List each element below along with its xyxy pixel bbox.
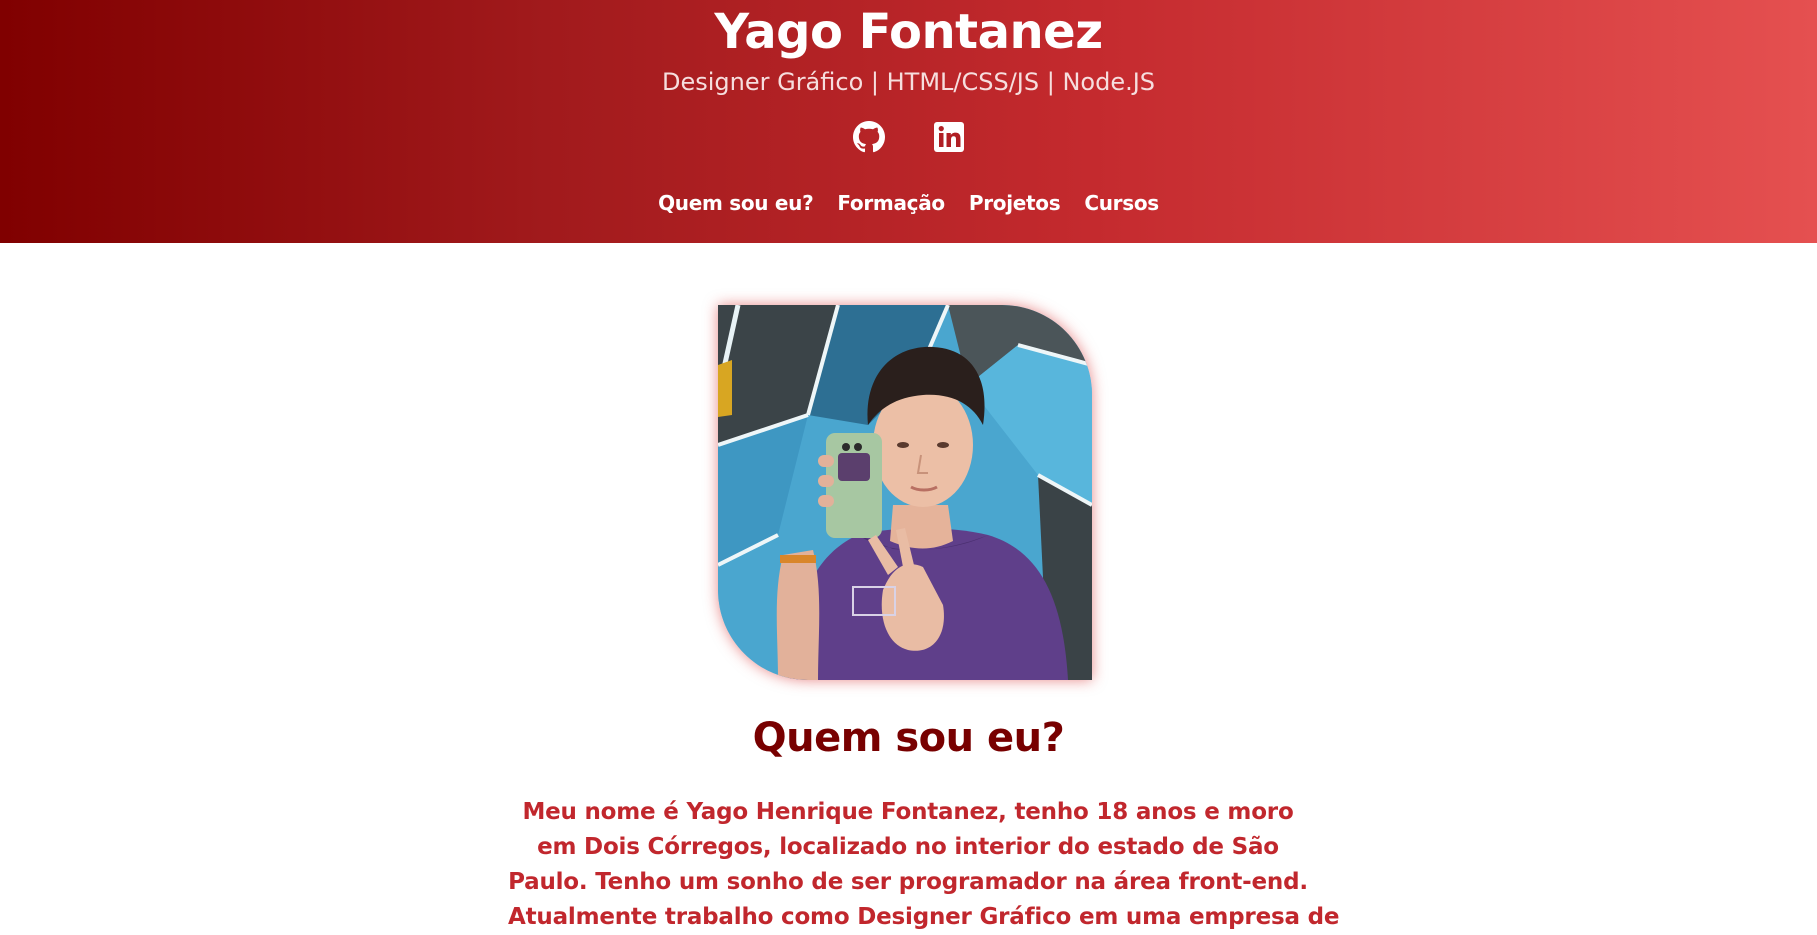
profile-photo-image bbox=[718, 305, 1092, 680]
bio-line: Meu nome é Yago Henrique Fontanez, tenho… bbox=[522, 799, 1294, 825]
linkedin-link[interactable] bbox=[933, 121, 965, 153]
bio-paragraph: Meu nome é Yago Henrique Fontanez, tenho… bbox=[508, 795, 1340, 935]
bio-line: Atualmente trabalho como Designer Gráfic… bbox=[508, 904, 1340, 930]
nav-item-quem-sou-eu[interactable]: Quem sou eu? bbox=[658, 188, 814, 218]
bio-line: em Dois Córregos, localizado no interior… bbox=[537, 834, 1279, 860]
nav-item-formacao[interactable]: Formação bbox=[837, 188, 945, 218]
site-title: Yago Fontanez bbox=[714, 4, 1103, 60]
bio-line: Paulo. Tenho um sonho de ser programador… bbox=[508, 869, 1308, 895]
profile-photo bbox=[718, 305, 1092, 680]
nav-item-projetos[interactable]: Projetos bbox=[969, 188, 1061, 218]
social-links bbox=[0, 121, 1817, 153]
header: Yago Fontanez Designer Gráfico | HTML/CS… bbox=[0, 0, 1817, 243]
nav-item-cursos[interactable]: Cursos bbox=[1084, 188, 1159, 218]
site-subtitle: Designer Gráfico | HTML/CSS/JS | Node.JS bbox=[661, 68, 1156, 96]
github-icon bbox=[852, 121, 885, 153]
main-nav: Quem sou eu? Formação Projetos Cursos bbox=[0, 188, 1817, 218]
linkedin-icon bbox=[933, 122, 964, 152]
section-title-quem-sou-eu: Quem sou eu? bbox=[752, 715, 1065, 761]
github-link[interactable] bbox=[852, 121, 885, 153]
